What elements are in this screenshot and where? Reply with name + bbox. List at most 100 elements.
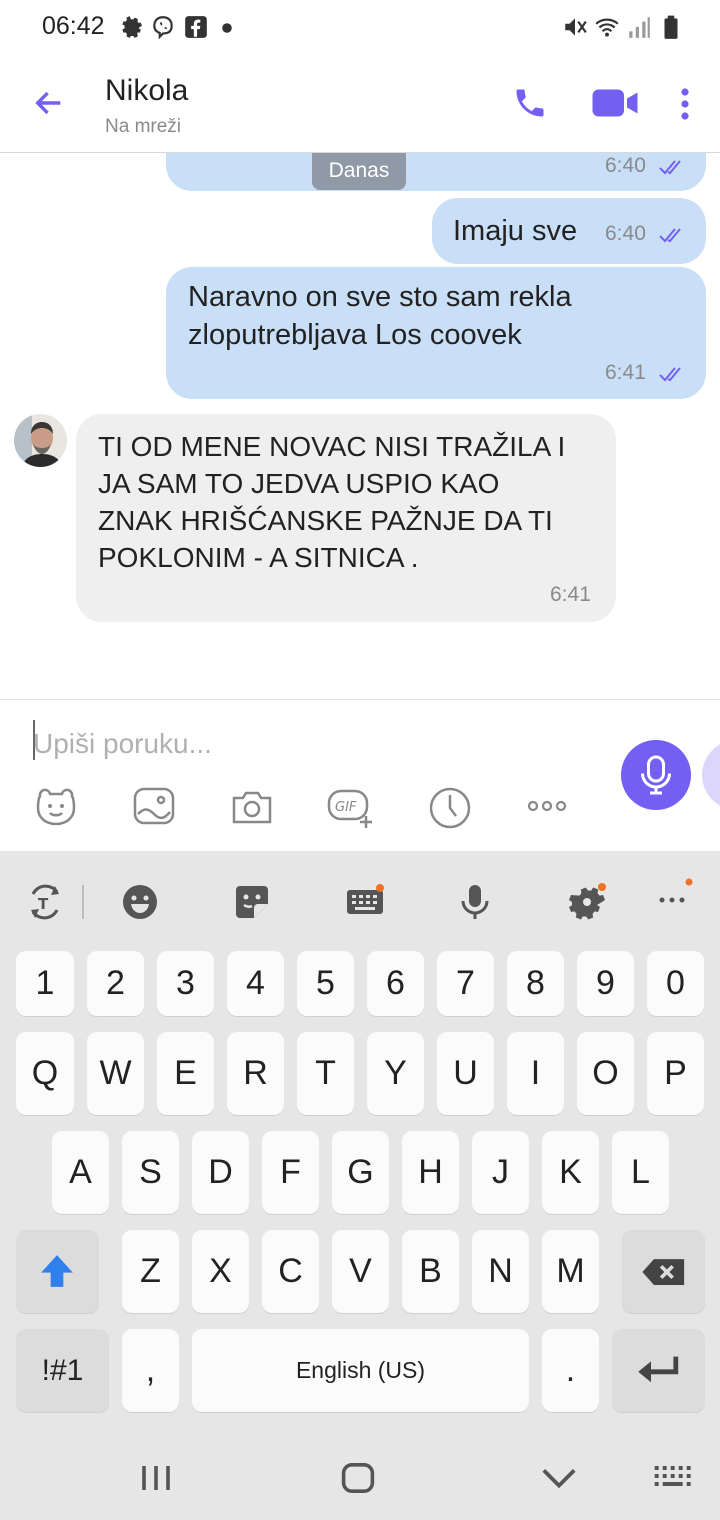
backspace-icon bbox=[642, 1259, 685, 1285]
key-x[interactable]: X bbox=[192, 1230, 249, 1313]
key-n[interactable]: N bbox=[472, 1230, 529, 1313]
contact-status: Na mreži bbox=[105, 116, 182, 137]
keyboard: T 1 2 3 4 5 6 7 8 9 0 Q W E R T Y U I O … bbox=[0, 851, 720, 1520]
mute-icon bbox=[565, 18, 587, 36]
text-mode-icon[interactable]: T bbox=[25, 882, 65, 922]
gear-icon bbox=[122, 16, 142, 38]
key-m[interactable]: M bbox=[542, 1230, 599, 1313]
key-t[interactable]: T bbox=[297, 1032, 354, 1115]
gif-label: GIF bbox=[335, 800, 357, 815]
facebook-icon bbox=[185, 16, 207, 38]
toolbar-divider bbox=[82, 885, 84, 919]
key-1[interactable]: 1 bbox=[16, 951, 74, 1016]
camera-icon[interactable] bbox=[228, 782, 276, 830]
avatar[interactable] bbox=[14, 414, 67, 467]
message-time: 6:40 bbox=[605, 154, 646, 177]
enter-key[interactable] bbox=[612, 1329, 705, 1412]
key-g[interactable]: G bbox=[332, 1131, 389, 1214]
key-j[interactable]: J bbox=[472, 1131, 529, 1214]
home-icon[interactable] bbox=[340, 1461, 376, 1495]
message-text-line: zloputrebljava Los coovek bbox=[188, 319, 522, 351]
key-s[interactable]: S bbox=[122, 1131, 179, 1214]
key-i[interactable]: I bbox=[507, 1032, 564, 1115]
message-time: 6:41 bbox=[550, 583, 591, 606]
contact-name[interactable]: Nikola bbox=[105, 74, 188, 108]
key-q[interactable]: Q bbox=[16, 1032, 74, 1115]
more-icon[interactable] bbox=[523, 782, 571, 830]
key-d[interactable]: D bbox=[192, 1131, 249, 1214]
key-3[interactable]: 3 bbox=[157, 951, 214, 1016]
sticker-icon[interactable] bbox=[32, 782, 80, 830]
more-icon[interactable] bbox=[654, 876, 700, 916]
message-text: Imaju sve bbox=[453, 215, 578, 247]
message-time: 6:40 bbox=[605, 222, 646, 245]
read-receipt-icon bbox=[659, 367, 681, 382]
key-9[interactable]: 9 bbox=[577, 951, 634, 1016]
message-text-line: ZNAK HRIŠĆANSKE PAŽNJE DA TI bbox=[98, 505, 553, 536]
timer-icon[interactable] bbox=[426, 782, 474, 830]
backspace-key[interactable] bbox=[622, 1230, 705, 1313]
message-bubble-outgoing[interactable]: Naravno on sve sto sam rekla zloputreblj… bbox=[166, 267, 706, 399]
key-7[interactable]: 7 bbox=[437, 951, 494, 1016]
message-composer: GIF bbox=[0, 699, 720, 851]
key-o[interactable]: O bbox=[577, 1032, 634, 1115]
secondary-action-button[interactable] bbox=[702, 740, 720, 810]
message-input[interactable] bbox=[33, 722, 593, 766]
gallery-icon[interactable] bbox=[130, 782, 178, 830]
key-r[interactable]: R bbox=[227, 1032, 284, 1115]
key-4[interactable]: 4 bbox=[227, 951, 284, 1016]
more-options-icon[interactable] bbox=[673, 86, 697, 122]
back-chevron-icon[interactable] bbox=[540, 1465, 578, 1491]
comma-key[interactable]: , bbox=[122, 1329, 179, 1412]
key-p[interactable]: P bbox=[647, 1032, 704, 1115]
message-text-line: JA SAM TO JEDVA USPIO KAO bbox=[98, 468, 500, 499]
message-bubble-outgoing[interactable]: 6:40 bbox=[166, 153, 706, 191]
key-u[interactable]: U bbox=[437, 1032, 494, 1115]
key-8[interactable]: 8 bbox=[507, 951, 564, 1016]
message-list[interactable]: 6:40 Danas Imaju sve 6:40 Naravno on sve… bbox=[0, 153, 720, 699]
key-e[interactable]: E bbox=[157, 1032, 214, 1115]
keyboard-settings-icon[interactable] bbox=[345, 882, 385, 922]
voice-message-button[interactable] bbox=[621, 740, 691, 810]
status-bar: 06:42 bbox=[0, 0, 720, 56]
dot-icon bbox=[222, 23, 232, 33]
key-2[interactable]: 2 bbox=[87, 951, 144, 1016]
key-y[interactable]: Y bbox=[367, 1032, 424, 1115]
viber-icon bbox=[153, 16, 173, 40]
keyboard-switch-icon[interactable] bbox=[652, 1463, 692, 1493]
read-receipt-icon bbox=[659, 228, 681, 243]
key-z[interactable]: Z bbox=[122, 1230, 179, 1313]
key-6[interactable]: 6 bbox=[367, 951, 424, 1016]
recents-icon[interactable] bbox=[138, 1463, 174, 1493]
wifi-icon bbox=[595, 18, 619, 37]
key-5[interactable]: 5 bbox=[297, 951, 354, 1016]
key-a[interactable]: A bbox=[52, 1131, 109, 1214]
period-key[interactable]: . bbox=[542, 1329, 599, 1412]
emoji-icon[interactable] bbox=[120, 882, 160, 922]
voice-icon[interactable] bbox=[455, 882, 495, 922]
key-v[interactable]: V bbox=[332, 1230, 389, 1313]
shift-key[interactable] bbox=[16, 1230, 99, 1313]
space-key[interactable]: English (US) bbox=[192, 1329, 529, 1412]
video-call-icon[interactable] bbox=[591, 86, 639, 120]
key-l[interactable]: L bbox=[612, 1131, 669, 1214]
symbols-key[interactable]: !#1 bbox=[16, 1329, 109, 1412]
key-k[interactable]: K bbox=[542, 1131, 599, 1214]
key-w[interactable]: W bbox=[87, 1032, 144, 1115]
gif-icon[interactable]: GIF bbox=[326, 782, 374, 830]
settings-icon[interactable] bbox=[567, 882, 607, 922]
svg-text:T: T bbox=[38, 895, 49, 913]
message-bubble-outgoing[interactable]: Imaju sve 6:40 bbox=[432, 198, 706, 264]
key-h[interactable]: H bbox=[402, 1131, 459, 1214]
key-f[interactable]: F bbox=[262, 1131, 319, 1214]
microphone-icon bbox=[641, 755, 671, 795]
key-0[interactable]: 0 bbox=[647, 951, 704, 1016]
back-arrow-icon[interactable] bbox=[32, 86, 66, 120]
enter-icon bbox=[638, 1356, 679, 1383]
keyboard-sticker-icon[interactable] bbox=[232, 882, 272, 922]
key-b[interactable]: B bbox=[402, 1230, 459, 1313]
message-bubble-incoming[interactable]: TI OD MENE NOVAC NISI TRAŽILA I JA SAM T… bbox=[76, 414, 616, 622]
key-c[interactable]: C bbox=[262, 1230, 319, 1313]
message-time: 6:41 bbox=[605, 361, 646, 384]
phone-call-icon[interactable] bbox=[512, 85, 548, 121]
